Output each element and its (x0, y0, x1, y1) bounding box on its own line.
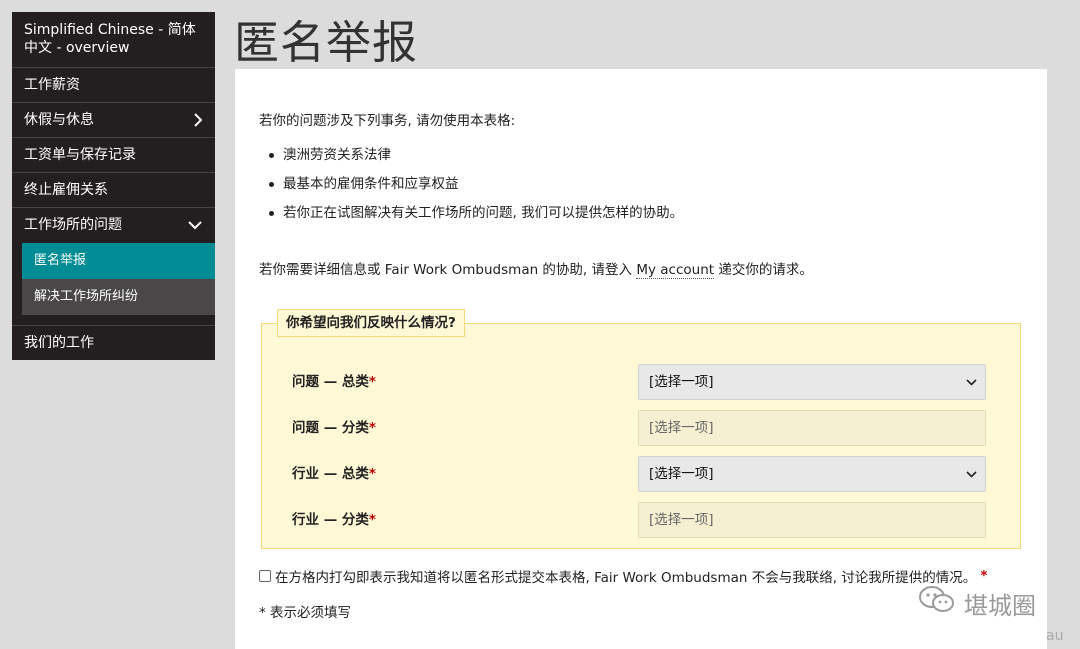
list-item: 若你正在试图解决有关工作场所的问题, 我们可以提供怎样的协助。 (269, 203, 683, 232)
sidebar-nav: Simplified Chinese - 简体中文 - overview 工作薪… (12, 12, 215, 360)
sidebar-subitem-resolve-disputes[interactable]: 解决工作场所纠纷 (22, 279, 215, 315)
chevron-down-icon (966, 365, 977, 399)
sidebar-item-label: 我们的工作 (24, 335, 94, 351)
sidebar-title[interactable]: Simplified Chinese - 简体中文 - overview (12, 12, 215, 68)
content-card: 若你的问题涉及下列事务, 请勿使用本表格: 澳洲劳资关系法律 最基本的雇佣条件和… (235, 69, 1047, 649)
sidebar-item-label: 工资单与保存记录 (24, 147, 136, 163)
list-item: 澳洲劳资关系法律 (269, 145, 683, 174)
field-label-industry-subcategory: 行业 — 分类* (292, 512, 376, 528)
watermark-text: 堪城圈 (964, 591, 1036, 620)
chevron-right-icon (193, 103, 203, 137)
sidebar-item-label: 工作薪资 (24, 77, 80, 93)
field-label-industry-category: 行业 — 总类* (292, 466, 376, 482)
login-suffix: 递交你的请求。 (718, 262, 813, 278)
issue-category-select[interactable]: [选择一项] (638, 364, 986, 400)
wechat-icon (918, 585, 956, 621)
issue-subcategory-value: [选择一项] (649, 420, 714, 436)
login-prefix: 若你需要详细信息或 Fair Work Ombudsman 的协助, 请登入 (259, 262, 633, 278)
required-mark: * (980, 568, 988, 584)
sidebar-item-termination[interactable]: 终止雇佣关系 (12, 173, 215, 208)
sidebar-item-our-work[interactable]: 我们的工作 (12, 326, 215, 360)
watermark: 堪城圈 (918, 585, 1036, 621)
sidebar-submenu: 匿名举报 解决工作场所纠纷 (12, 243, 215, 326)
issue-subcategory-select: [选择一项] (638, 410, 986, 446)
acknowledge-label: 在方格内打勾即表示我知道将以匿名形式提交本表格, Fair Work Ombud… (275, 570, 977, 586)
sidebar-item-label: 终止雇佣关系 (24, 182, 108, 198)
form-row-industry-category: 行业 — 总类* [选择一项] (292, 456, 992, 492)
acknowledge-row: 在方格内打勾即表示我知道将以匿名形式提交本表格, Fair Work Ombud… (259, 566, 987, 586)
list-item: 最基本的雇佣条件和应享权益 (269, 174, 683, 203)
intro-text: 若你的问题涉及下列事务, 请勿使用本表格: (259, 113, 516, 129)
industry-category-value: [选择一项] (649, 466, 714, 482)
exclusion-list: 澳洲劳资关系法律 最基本的雇佣条件和应享权益 若你正在试图解决有关工作场所的问题… (269, 145, 683, 232)
sidebar-item-leave[interactable]: 休假与休息 (12, 103, 215, 138)
form-row-industry-subcategory: 行业 — 分类* [选择一项] (292, 502, 992, 538)
login-instructions: 若你需要详细信息或 Fair Work Ombudsman 的协助, 请登入 M… (259, 258, 813, 279)
domain-fragment: au (1046, 628, 1064, 644)
industry-subcategory-select: [选择一项] (638, 502, 986, 538)
issue-category-value: [选择一项] (649, 374, 714, 390)
fieldset-legend: 你希望向我们反映什么情况? (277, 309, 465, 337)
sidebar-item-label: 休假与休息 (24, 112, 94, 128)
sidebar-subitem-anonymous-report[interactable]: 匿名举报 (22, 243, 215, 279)
required-note: * 表示必须填写 (259, 605, 352, 621)
chevron-down-icon (187, 208, 203, 242)
field-label-issue-category: 问题 — 总类* (292, 374, 376, 390)
my-account-link[interactable]: My account (636, 262, 715, 279)
industry-subcategory-value: [选择一项] (649, 512, 714, 528)
sidebar-item-payslips[interactable]: 工资单与保存记录 (12, 138, 215, 173)
chevron-down-icon (966, 457, 977, 491)
form-row-issue-subcategory: 问题 — 分类* [选择一项] (292, 410, 992, 446)
acknowledge-checkbox[interactable] (259, 570, 271, 582)
page-title: 匿名举报 (234, 16, 419, 69)
sidebar-item-label: 工作场所的问题 (24, 217, 122, 233)
field-label-issue-subcategory: 问题 — 分类* (292, 420, 376, 436)
form-row-issue-category: 问题 — 总类* [选择一项] (292, 364, 992, 400)
sidebar-item-workplace-problems[interactable]: 工作场所的问题 (12, 208, 215, 243)
page: Simplified Chinese - 简体中文 - overview 工作薪… (0, 0, 1080, 649)
industry-category-select[interactable]: [选择一项] (638, 456, 986, 492)
sidebar-item-pay[interactable]: 工作薪资 (12, 68, 215, 103)
